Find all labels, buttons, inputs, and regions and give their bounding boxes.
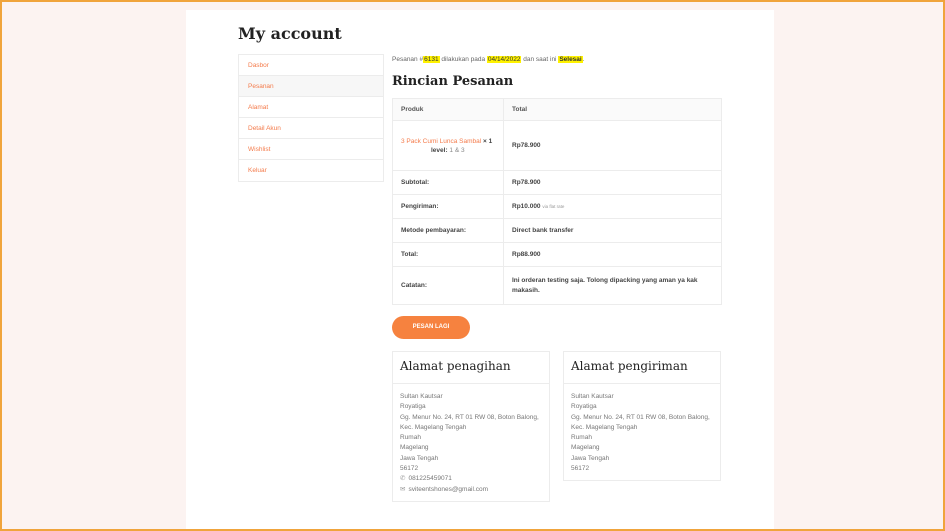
table-row: Metode pembayaran: Direct bank transfer <box>392 218 722 243</box>
payment-value: Direct bank transfer <box>503 218 722 243</box>
total-value: Rp88.900 <box>503 242 722 267</box>
shipping-company: Royatiga <box>571 403 597 411</box>
page-title: My account <box>238 24 342 43</box>
nav-dasbor[interactable]: Dasbor <box>239 55 383 76</box>
table-row: Total: Rp88.900 <box>392 242 722 267</box>
shipping-body: Sultan Kautsar Royatiga Gg. Menur No. 24… <box>564 384 720 480</box>
order-details-table: Produk Total 3 Pack Cumi Lunca Sambal × … <box>392 98 722 305</box>
billing-type: Rumah <box>400 434 421 442</box>
table-row: Pengiriman: Rp10.000 via flat rate <box>392 194 722 219</box>
email-icon: ✉ <box>400 485 406 493</box>
notice-suffix: . <box>582 56 585 63</box>
product-total: Rp78.900 <box>503 120 722 171</box>
billing-name: Sultan Kautsar <box>400 393 443 400</box>
order-details-heading: Rincian Pesanan <box>392 74 514 89</box>
shipping-value: Rp10.000 <box>512 203 541 210</box>
billing-phone: 081225459071 <box>408 475 452 483</box>
billing-province: Jawa Tengah <box>400 454 439 462</box>
shipping-name: Sultan Kautsar <box>571 393 614 400</box>
billing-postcode: 56172 <box>400 465 419 473</box>
shipping-type: Rumah <box>571 434 592 442</box>
shipping-address: Alamat pengiriman Sultan Kautsar Royatig… <box>563 351 721 482</box>
page-container: My account Dasbor Pesanan Alamat Detail … <box>186 10 774 529</box>
billing-city: Magelang <box>400 444 429 452</box>
notice-mid2: dan saat ini <box>521 56 559 63</box>
product-cell: 3 Pack Cumi Lunca Sambal × 1 level: 1 & … <box>392 120 504 171</box>
subtotal-value: Rp78.900 <box>503 170 722 195</box>
table-row: 3 Pack Cumi Lunca Sambal × 1 level: 1 & … <box>392 120 722 171</box>
note-value: Ini orderan testing saja. Tolong dipacki… <box>503 266 722 305</box>
shipping-label: Pengiriman: <box>392 194 504 219</box>
shipping-province: Jawa Tengah <box>571 454 610 462</box>
order-number: 6131 <box>423 56 440 63</box>
product-meta-label: level: <box>431 146 448 154</box>
billing-phone-row: ✆ 081225459071 <box>400 474 542 484</box>
shipping-city: Magelang <box>571 444 600 452</box>
note-label: Catatan: <box>392 266 504 305</box>
product-link[interactable]: 3 Pack Cumi Lunca Sambal <box>401 138 481 145</box>
order-date: 04/14/2022 <box>486 56 522 63</box>
shipping-postcode: 56172 <box>571 465 590 473</box>
shipping-heading: Alamat pengiriman <box>564 352 720 384</box>
payment-label: Metode pembayaran: <box>392 218 504 243</box>
billing-heading: Alamat penagihan <box>393 352 549 384</box>
shipping-street: Gg. Menur No. 24, RT 01 RW 08, Boton Bal… <box>571 413 710 431</box>
order-again-button[interactable]: PESAN LAGI <box>392 316 470 339</box>
nav-wishlist[interactable]: Wishlist <box>239 139 383 160</box>
phone-icon: ✆ <box>400 475 406 483</box>
order-content: Pesanan #6131 dilakukan pada 04/14/2022 … <box>392 54 722 529</box>
product-meta: level: 1 & 3 <box>401 146 495 155</box>
nav-alamat[interactable]: Alamat <box>239 97 383 118</box>
billing-address: Alamat penagihan Sultan Kautsar Royatiga… <box>392 351 550 502</box>
billing-email-row: ✉ sviteentshones@gmail.com <box>400 485 542 495</box>
billing-email: sviteentshones@gmail.com <box>408 485 489 493</box>
order-notice: Pesanan #6131 dilakukan pada 04/14/2022 … <box>392 56 722 63</box>
product-meta-value: 1 & 3 <box>447 146 465 154</box>
shipping-cell: Rp10.000 via flat rate <box>503 194 722 219</box>
nav-pesanan[interactable]: Pesanan <box>239 76 383 97</box>
col-total-header: Total <box>503 98 722 121</box>
account-navigation: Dasbor Pesanan Alamat Detail Akun Wishli… <box>238 54 384 182</box>
shipping-method: via flat rate <box>542 204 565 209</box>
addresses: Alamat penagihan Sultan Kautsar Royatiga… <box>392 351 722 529</box>
billing-body: Sultan Kautsar Royatiga Gg. Menur No. 24… <box>393 384 549 501</box>
notice-mid: dilakukan pada <box>439 56 487 63</box>
order-status: Selesai <box>558 56 583 63</box>
billing-company: Royatiga <box>400 403 426 411</box>
table-row: Catatan: Ini orderan testing saja. Tolon… <box>392 266 722 305</box>
total-label: Total: <box>392 242 504 267</box>
table-row: Subtotal: Rp78.900 <box>392 170 722 195</box>
screenshot-frame: My account Dasbor Pesanan Alamat Detail … <box>0 0 945 531</box>
billing-street: Gg. Menur No. 24, RT 01 RW 08, Boton Bal… <box>400 413 539 431</box>
subtotal-label: Subtotal: <box>392 170 504 195</box>
col-product-header: Produk <box>392 98 504 121</box>
product-qty: × 1 <box>481 137 493 145</box>
table-header-row: Produk Total <box>392 98 722 121</box>
nav-detail-akun[interactable]: Detail Akun <box>239 118 383 139</box>
nav-keluar[interactable]: Keluar <box>239 160 383 181</box>
notice-prefix: Pesanan # <box>392 56 424 63</box>
